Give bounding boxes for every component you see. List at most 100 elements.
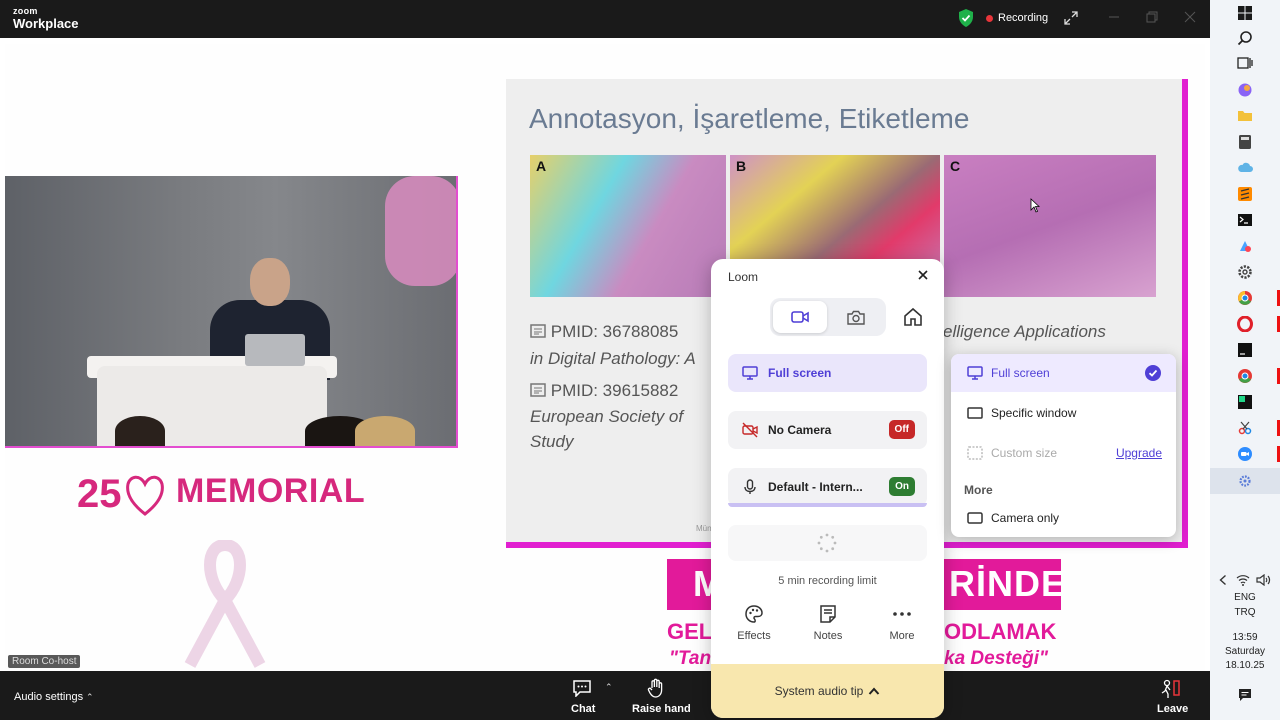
option-label: Camera only [991, 511, 1060, 525]
cloud-app-icon[interactable] [1237, 160, 1253, 176]
option-custom-size: Custom size Upgrade [951, 434, 1176, 472]
banner-text-right: RİNDE [949, 563, 1067, 604]
meeting-controls-bar: Audio settings ⌃ ⌃ Chat Raise hand Leave [0, 671, 1210, 720]
capture-source-dropdown: Full screen Specific window Custom size … [951, 354, 1176, 537]
loading-area [728, 525, 927, 561]
brand-small: zoom [13, 6, 38, 16]
video-mode-button[interactable] [773, 301, 827, 333]
panel-label: A [536, 158, 547, 174]
minimize-icon[interactable] [1107, 10, 1121, 24]
terminal-icon[interactable] [1237, 212, 1253, 228]
chat-icon[interactable] [572, 679, 592, 697]
chrome-icon[interactable] [1237, 290, 1253, 306]
recording-limit-text: 5 min recording limit [778, 575, 877, 587]
option-full-screen[interactable]: Full screen [951, 354, 1176, 392]
slide-right-line-1: elligence Applications [943, 322, 1106, 341]
palette-icon [745, 605, 763, 623]
system-audio-tip[interactable]: System audio tip [711, 664, 944, 718]
settings-gear-icon[interactable] [1237, 264, 1253, 280]
clock-time[interactable]: 13:59 [1210, 632, 1280, 643]
chevron-left-icon[interactable] [1218, 574, 1228, 586]
close-window-icon[interactable] [1183, 10, 1197, 24]
audio-settings-button[interactable]: Audio settings [14, 691, 83, 703]
pycharm-icon[interactable] [1237, 342, 1253, 358]
recording-label: Recording [998, 12, 1049, 24]
recording-dot-icon [986, 14, 993, 22]
mouse-cursor-icon [1030, 198, 1040, 213]
task-view-icon[interactable] [1237, 55, 1253, 71]
more-label: More [889, 630, 915, 642]
language-indicator-2[interactable]: TRQ [1210, 607, 1280, 618]
chat-chevron-up-icon[interactable]: ⌃ [605, 682, 613, 693]
screenshot-mode-button[interactable] [829, 301, 883, 333]
brand-large: Workplace [13, 16, 79, 31]
slide-line-4: European Society of [530, 407, 684, 426]
slide-line-2: in Digital Pathology: A [530, 349, 696, 368]
leave-icon[interactable] [1159, 679, 1181, 699]
paint-app-icon[interactable] [1237, 238, 1253, 254]
laptop [245, 334, 305, 366]
clock-date[interactable]: 18.10.25 [1210, 660, 1280, 671]
pmid-2-text: PMID: 39615882 [550, 381, 679, 400]
chevron-up-icon[interactable]: ⌃ [86, 692, 94, 703]
microphone-selector[interactable]: Default - Intern... On [728, 468, 927, 506]
notifications-icon[interactable] [1238, 688, 1252, 702]
more-button[interactable]: More [872, 604, 932, 642]
effects-label: Effects [737, 630, 771, 642]
opera-icon[interactable] [1237, 316, 1253, 332]
camera-off-badge[interactable]: Off [888, 420, 915, 439]
zoom-app-icon[interactable] [1237, 446, 1253, 462]
document-icon [530, 383, 546, 397]
video-camera-icon [791, 311, 809, 323]
calculator-icon[interactable] [1237, 134, 1253, 150]
search-icon[interactable] [1237, 30, 1253, 46]
slide-line-5: Study [530, 432, 574, 451]
pmid-1-text: PMID: 36788085 [550, 322, 679, 341]
monitor-icon [967, 366, 983, 380]
windows-start-icon[interactable] [1237, 5, 1253, 21]
home-icon[interactable] [902, 306, 924, 328]
sublime-text-icon[interactable] [1237, 186, 1253, 202]
copilot-icon[interactable] [1237, 82, 1253, 98]
checkmark-icon [1145, 365, 1161, 381]
camera-selector[interactable]: No Camera Off [728, 411, 927, 449]
snipping-tool-icon[interactable] [1237, 420, 1253, 436]
close-icon[interactable] [916, 268, 930, 282]
chat-button[interactable]: Chat [571, 703, 595, 715]
volume-icon[interactable] [1256, 574, 1272, 586]
histology-panel-a: A [530, 155, 726, 297]
leave-button[interactable]: Leave [1157, 703, 1188, 715]
banner-sub-left: GEL [667, 619, 713, 644]
language-indicator-1[interactable]: ENG [1210, 592, 1280, 603]
recording-indicator[interactable]: Recording [980, 10, 1054, 26]
more-heading: More [964, 483, 993, 497]
speaker-video[interactable] [5, 176, 458, 448]
effects-button[interactable]: Effects [724, 604, 784, 642]
more-dots-icon [893, 612, 911, 616]
restore-icon[interactable] [1145, 10, 1159, 24]
notes-button[interactable]: Notes [798, 604, 858, 642]
chrome-profile-icon[interactable] [1237, 368, 1253, 384]
raise-hand-button[interactable]: Raise hand [632, 703, 691, 715]
option-label: Custom size [991, 446, 1058, 460]
fullscreen-icon[interactable] [1064, 11, 1078, 25]
wifi-icon[interactable] [1236, 574, 1250, 586]
clock-day[interactable]: Saturday [1210, 646, 1280, 657]
ribbon-watermark-icon [184, 540, 266, 668]
option-specific-window[interactable]: Specific window [951, 394, 1176, 432]
upgrade-link[interactable]: Upgrade [1116, 446, 1162, 460]
recording-status: Recording [958, 8, 1078, 28]
mic-level-bar [728, 503, 927, 507]
option-camera-only[interactable]: Camera only [951, 499, 1176, 537]
file-explorer-icon[interactable] [1237, 108, 1253, 124]
raise-hand-icon[interactable] [646, 678, 666, 698]
screen-source-selector[interactable]: Full screen [728, 354, 927, 392]
settings-app-icon[interactable] [1237, 473, 1253, 489]
microphone-on-badge[interactable]: On [889, 477, 915, 496]
encryption-shield-icon[interactable] [958, 9, 974, 27]
document-icon [530, 324, 546, 338]
notes-label: Notes [813, 630, 843, 642]
pycharm-ce-icon[interactable] [1237, 394, 1253, 410]
camera-off-icon [742, 422, 758, 438]
heart-logo-icon [126, 475, 164, 516]
